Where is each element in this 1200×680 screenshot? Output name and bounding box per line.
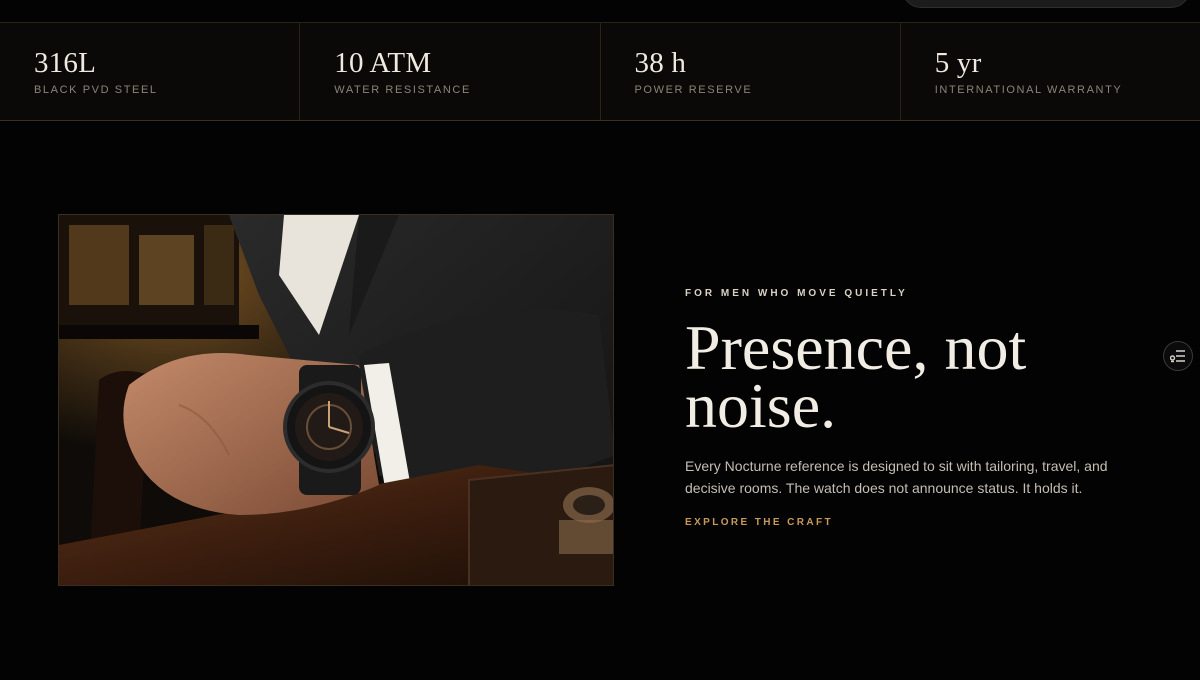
headline-line-2: noise. [685,370,837,441]
stat-power-reserve: 38 h POWER RESERVE [601,23,901,120]
page: 316L BLACK PVD STEEL 10 ATM WATER RESIST… [0,0,1200,680]
stat-warranty: 5 yr INTERNATIONAL WARRANTY [901,23,1200,120]
watch-wrist-illustration [59,215,613,585]
stat-value: 38 h [634,47,687,79]
feature-copy: FOR MEN WHO MOVE QUIETLY Presence, not n… [685,288,1145,530]
top-search-pill[interactable] [902,0,1190,8]
lifestyle-photo [58,214,614,586]
stat-value: 10 ATM [334,47,432,79]
stat-label: WATER RESISTANCE [334,84,471,96]
floating-filter-button[interactable] [1163,341,1193,371]
eyebrow: FOR MEN WHO MOVE QUIETLY [685,288,908,299]
stat-material: 316L BLACK PVD STEEL [0,23,301,120]
headline: Presence, not noise. [685,316,1145,438]
stat-water-resistance: 10 ATM WATER RESISTANCE [300,23,601,120]
stat-label: BLACK PVD STEEL [34,84,158,96]
explore-craft-link[interactable]: EXPLORE THE CRAFT [685,517,833,528]
stat-label: INTERNATIONAL WARRANTY [934,84,1123,96]
filter-list-icon [1170,350,1185,363]
stat-value: 316L [34,47,97,79]
body-text: Every Nocturne reference is designed to … [685,458,1108,496]
stat-label: POWER RESERVE [634,84,753,96]
stat-value: 5 yr [934,47,982,79]
stats-strip: 316L BLACK PVD STEEL 10 ATM WATER RESIST… [0,22,1200,121]
